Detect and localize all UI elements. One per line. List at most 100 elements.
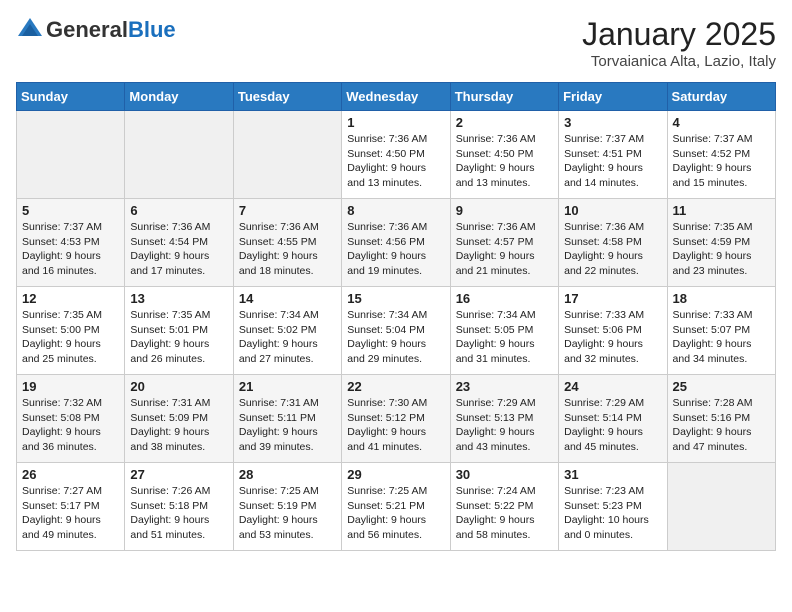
day-info: Sunrise: 7:23 AM Sunset: 5:23 PM Dayligh… [564, 484, 661, 543]
day-number: 15 [347, 291, 444, 306]
day-info: Sunrise: 7:26 AM Sunset: 5:18 PM Dayligh… [130, 484, 227, 543]
day-info: Sunrise: 7:34 AM Sunset: 5:02 PM Dayligh… [239, 308, 336, 367]
day-info: Sunrise: 7:31 AM Sunset: 5:11 PM Dayligh… [239, 396, 336, 455]
calendar-cell: 7 Sunrise: 7:36 AM Sunset: 4:55 PM Daylig… [233, 199, 341, 287]
day-info: Sunrise: 7:37 AM Sunset: 4:51 PM Dayligh… [564, 132, 661, 191]
calendar-cell: 5 Sunrise: 7:37 AM Sunset: 4:53 PM Daylig… [17, 199, 125, 287]
day-info: Sunrise: 7:32 AM Sunset: 5:08 PM Dayligh… [22, 396, 119, 455]
day-info: Sunrise: 7:30 AM Sunset: 5:12 PM Dayligh… [347, 396, 444, 455]
day-number: 11 [673, 203, 770, 218]
calendar-cell: 16 Sunrise: 7:34 AM Sunset: 5:05 PM Dayli… [450, 287, 558, 375]
day-info: Sunrise: 7:34 AM Sunset: 5:05 PM Dayligh… [456, 308, 553, 367]
day-info: Sunrise: 7:36 AM Sunset: 4:58 PM Dayligh… [564, 220, 661, 279]
calendar-cell [667, 463, 775, 551]
calendar-cell: 26Sunrise: 7:27 AM Sunset: 5:17 PM Dayli… [17, 463, 125, 551]
day-info: Sunrise: 7:27 AM Sunset: 5:17 PM Dayligh… [22, 484, 119, 543]
calendar-cell: 30 Sunrise: 7:24 AM Sunset: 5:22 PM Dayli… [450, 463, 558, 551]
day-info: Sunrise: 7:37 AM Sunset: 4:53 PM Dayligh… [22, 220, 119, 279]
calendar-cell: 4 Sunrise: 7:37 AM Sunset: 4:52 PM Daylig… [667, 111, 775, 199]
calendar-cell: 3 Sunrise: 7:37 AM Sunset: 4:51 PM Daylig… [559, 111, 667, 199]
calendar-header-wednesday: Wednesday [342, 83, 450, 111]
calendar-cell: 17 Sunrise: 7:33 AM Sunset: 5:06 PM Dayli… [559, 287, 667, 375]
calendar-cell: 2Sunrise: 7:36 AM Sunset: 4:50 PM Daylig… [450, 111, 558, 199]
day-number: 20 [130, 379, 227, 394]
day-info: Sunrise: 7:35 AM Sunset: 5:01 PM Dayligh… [130, 308, 227, 367]
calendar-cell: 11 Sunrise: 7:35 AM Sunset: 4:59 PM Dayli… [667, 199, 775, 287]
day-number: 8 [347, 203, 444, 218]
day-info: Sunrise: 7:34 AM Sunset: 5:04 PM Dayligh… [347, 308, 444, 367]
calendar-cell: 6Sunrise: 7:36 AM Sunset: 4:54 PM Daylig… [125, 199, 233, 287]
logo-general-text: General [46, 17, 128, 42]
day-info: Sunrise: 7:36 AM Sunset: 4:57 PM Dayligh… [456, 220, 553, 279]
day-number: 13 [130, 291, 227, 306]
day-info: Sunrise: 7:37 AM Sunset: 4:52 PM Dayligh… [673, 132, 770, 191]
day-number: 23 [456, 379, 553, 394]
calendar-cell: 21 Sunrise: 7:31 AM Sunset: 5:11 PM Dayli… [233, 375, 341, 463]
day-number: 19 [22, 379, 119, 394]
page-header: GeneralBlue January 2025 Torvaianica Alt… [16, 16, 776, 70]
calendar-cell [233, 111, 341, 199]
day-info: Sunrise: 7:36 AM Sunset: 4:50 PM Dayligh… [347, 132, 444, 191]
calendar-week-row: 5 Sunrise: 7:37 AM Sunset: 4:53 PM Daylig… [17, 199, 776, 287]
logo-icon [16, 16, 44, 44]
title-block: January 2025 Torvaianica Alta, Lazio, It… [582, 16, 776, 70]
day-number: 21 [239, 379, 336, 394]
day-number: 28 [239, 467, 336, 482]
calendar-cell: 8Sunrise: 7:36 AM Sunset: 4:56 PM Daylig… [342, 199, 450, 287]
calendar-cell: 25 Sunrise: 7:28 AM Sunset: 5:16 PM Dayli… [667, 375, 775, 463]
day-number: 30 [456, 467, 553, 482]
month-title: January 2025 [582, 16, 776, 53]
day-number: 16 [456, 291, 553, 306]
calendar-cell: 12 Sunrise: 7:35 AM Sunset: 5:00 PM Dayli… [17, 287, 125, 375]
day-info: Sunrise: 7:29 AM Sunset: 5:14 PM Dayligh… [564, 396, 661, 455]
day-number: 12 [22, 291, 119, 306]
day-number: 5 [22, 203, 119, 218]
calendar-header-monday: Monday [125, 83, 233, 111]
calendar-cell: 29 Sunrise: 7:25 AM Sunset: 5:21 PM Dayli… [342, 463, 450, 551]
day-number: 9 [456, 203, 553, 218]
calendar-header-row: SundayMondayTuesdayWednesdayThursdayFrid… [17, 83, 776, 111]
day-info: Sunrise: 7:28 AM Sunset: 5:16 PM Dayligh… [673, 396, 770, 455]
day-info: Sunrise: 7:35 AM Sunset: 4:59 PM Dayligh… [673, 220, 770, 279]
calendar-cell: 13 Sunrise: 7:35 AM Sunset: 5:01 PM Dayli… [125, 287, 233, 375]
day-info: Sunrise: 7:33 AM Sunset: 5:06 PM Dayligh… [564, 308, 661, 367]
calendar-week-row: 26Sunrise: 7:27 AM Sunset: 5:17 PM Dayli… [17, 463, 776, 551]
calendar-cell: 9 Sunrise: 7:36 AM Sunset: 4:57 PM Daylig… [450, 199, 558, 287]
calendar-cell: 31Sunrise: 7:23 AM Sunset: 5:23 PM Dayli… [559, 463, 667, 551]
calendar-cell: 24 Sunrise: 7:29 AM Sunset: 5:14 PM Dayli… [559, 375, 667, 463]
day-number: 29 [347, 467, 444, 482]
day-info: Sunrise: 7:33 AM Sunset: 5:07 PM Dayligh… [673, 308, 770, 367]
logo: GeneralBlue [16, 16, 176, 44]
day-info: Sunrise: 7:25 AM Sunset: 5:21 PM Dayligh… [347, 484, 444, 543]
calendar-header-tuesday: Tuesday [233, 83, 341, 111]
day-number: 27 [130, 467, 227, 482]
day-number: 17 [564, 291, 661, 306]
calendar-cell [17, 111, 125, 199]
logo-blue-text: Blue [128, 17, 176, 42]
calendar-week-row: 12 Sunrise: 7:35 AM Sunset: 5:00 PM Dayli… [17, 287, 776, 375]
day-info: Sunrise: 7:24 AM Sunset: 5:22 PM Dayligh… [456, 484, 553, 543]
calendar-cell: 20 Sunrise: 7:31 AM Sunset: 5:09 PM Dayli… [125, 375, 233, 463]
day-info: Sunrise: 7:35 AM Sunset: 5:00 PM Dayligh… [22, 308, 119, 367]
calendar-cell: 18 Sunrise: 7:33 AM Sunset: 5:07 PM Dayli… [667, 287, 775, 375]
day-number: 18 [673, 291, 770, 306]
day-number: 7 [239, 203, 336, 218]
day-number: 25 [673, 379, 770, 394]
day-number: 22 [347, 379, 444, 394]
calendar-cell: 14Sunrise: 7:34 AM Sunset: 5:02 PM Dayli… [233, 287, 341, 375]
day-number: 1 [347, 115, 444, 130]
calendar-header-friday: Friday [559, 83, 667, 111]
calendar-cell: 10Sunrise: 7:36 AM Sunset: 4:58 PM Dayli… [559, 199, 667, 287]
location-title: Torvaianica Alta, Lazio, Italy [582, 53, 776, 70]
calendar-cell: 23Sunrise: 7:29 AM Sunset: 5:13 PM Dayli… [450, 375, 558, 463]
calendar-header-sunday: Sunday [17, 83, 125, 111]
day-number: 2 [456, 115, 553, 130]
day-number: 24 [564, 379, 661, 394]
day-number: 4 [673, 115, 770, 130]
day-number: 3 [564, 115, 661, 130]
day-info: Sunrise: 7:36 AM Sunset: 4:55 PM Dayligh… [239, 220, 336, 279]
calendar-cell: 1 Sunrise: 7:36 AM Sunset: 4:50 PM Daylig… [342, 111, 450, 199]
day-number: 6 [130, 203, 227, 218]
day-info: Sunrise: 7:31 AM Sunset: 5:09 PM Dayligh… [130, 396, 227, 455]
calendar-cell [125, 111, 233, 199]
